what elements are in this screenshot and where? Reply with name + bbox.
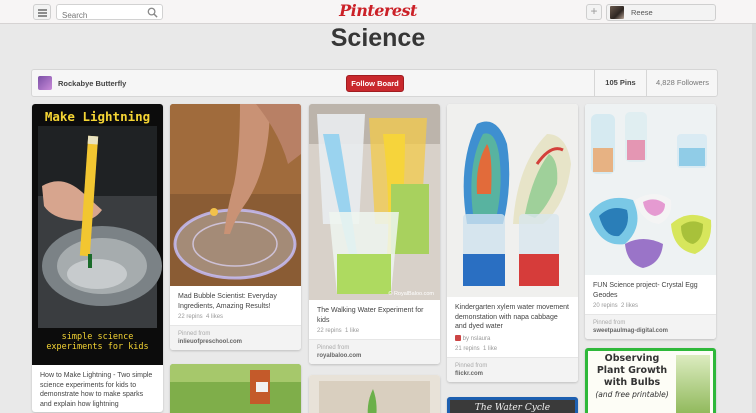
bulbs-title: Observing Plant Growth with Bulbs (and f… — [588, 353, 676, 401]
source-domain[interactable]: inlieuofpreschool.com — [178, 338, 293, 346]
pin-card[interactable] — [170, 364, 301, 413]
repins-count[interactable]: 20 repins — [593, 303, 618, 309]
pin-image-subtitle: simple science experiments for kids — [46, 332, 149, 352]
pinned-from-label: Pinned from — [455, 362, 488, 369]
pin-image[interactable]: © RoyalBaloo.com — [309, 104, 440, 300]
pin-card[interactable]: Mad Bubble Scientist: Everyday Ingredien… — [170, 104, 301, 350]
pin-user-name[interactable]: by nslaura — [463, 336, 491, 342]
lightning-photo — [38, 126, 162, 328]
source-domain[interactable]: sweetpaulmag-digital.com — [593, 327, 708, 335]
pin-image[interactable] — [447, 104, 578, 297]
board-owner-avatar[interactable] — [38, 76, 52, 90]
bulbs-title-line: Observing — [604, 353, 660, 364]
repins-count[interactable]: 22 repins — [178, 314, 203, 320]
pin-image[interactable] — [585, 104, 716, 275]
bulb-photo — [676, 355, 710, 413]
followers-count[interactable]: 4,828 Followers — [646, 70, 718, 96]
plant-jar-photo — [309, 375, 440, 413]
page-title: Science — [330, 24, 426, 52]
likes-count[interactable]: 4 likes — [206, 314, 223, 320]
pin-card[interactable] — [309, 375, 440, 413]
pin-source[interactable]: Pinned from inlieuofpreschool.com — [170, 325, 301, 350]
pin-user[interactable]: by nslaura — [447, 334, 578, 346]
pin-image-title: Make Lightning — [44, 109, 151, 124]
add-pin-button[interactable]: + — [586, 4, 602, 20]
cabbage-photo — [447, 104, 578, 297]
pin-source[interactable]: Pinned from royalbaloo.com — [309, 339, 440, 364]
bulbs-subtitle: (and free printable) — [595, 390, 669, 399]
pin-description: The Walking Water Experiment for kids — [317, 307, 424, 324]
likes-count[interactable]: 1 like — [345, 328, 359, 334]
bubble-photo — [170, 104, 301, 286]
pin-card[interactable]: Observing Plant Growth with Bulbs (and f… — [585, 348, 716, 413]
avatar — [610, 6, 624, 19]
walking-water-photo — [309, 104, 440, 300]
pins-count[interactable]: 105 Pins — [594, 70, 646, 96]
top-nav-bar: Pinterest + Reese — [0, 0, 756, 24]
repins-count[interactable]: 21 repins — [455, 346, 480, 352]
pinned-from-label: Pinned from — [317, 345, 350, 351]
repins-count[interactable]: 22 repins — [317, 328, 342, 334]
pin-card[interactable]: The Water Cycle — [447, 397, 578, 413]
follow-board-button[interactable]: Follow Board — [346, 75, 404, 92]
pin-source[interactable]: Pinned from flickr.com — [447, 356, 578, 382]
board-info-bar: Rockabye Butterfly Follow Board 105 Pins… — [31, 69, 718, 97]
water-cycle-title: The Water Cycle — [474, 403, 551, 413]
pin-description: Kindergarten xylem water movement demons… — [455, 304, 569, 330]
user-name: Reese — [631, 8, 653, 17]
watermark: © RoyalBaloo.com — [388, 291, 434, 297]
pinned-from-label: Pinned from — [178, 331, 211, 337]
pin-image[interactable] — [170, 104, 301, 286]
pinned-from-label: Pinned from — [593, 320, 626, 326]
pin-description: Mad Bubble Scientist: Everyday Ingredien… — [178, 293, 277, 310]
geode-photo — [585, 104, 716, 275]
scrollbar[interactable] — [752, 24, 756, 413]
pin-description: How to Make Lightning - Two simple scien… — [40, 372, 153, 408]
pin-stats: 22 repins 4 likes — [170, 314, 301, 325]
likes-count[interactable]: 2 likes — [621, 303, 638, 309]
outdoor-photo — [170, 364, 301, 413]
source-domain[interactable]: royalbaloo.com — [317, 352, 432, 360]
pin-stats: 20 repins 2 likes — [585, 303, 716, 314]
source-domain[interactable]: flickr.com — [455, 370, 570, 378]
likes-count[interactable]: 1 like — [483, 346, 497, 352]
pin-card[interactable]: Kindergarten xylem water movement demons… — [447, 104, 578, 382]
pin-card[interactable]: FUN Science project- Crystal Egg Geodes … — [585, 104, 716, 339]
pin-stats: 22 repins 1 like — [309, 328, 440, 339]
pin-card[interactable]: Make Lightning simple science experiment… — [32, 104, 163, 412]
pin-stats: 21 repins 1 like — [447, 346, 578, 357]
pin-image[interactable]: Make Lightning simple science experiment… — [32, 104, 163, 365]
bulbs-title-line: Plant Growth — [596, 365, 668, 376]
pin-card[interactable]: © RoyalBaloo.com The Walking Water Exper… — [309, 104, 440, 364]
board-owner-name[interactable]: Rockabye Butterfly — [58, 79, 126, 88]
pin-description: FUN Science project- Crystal Egg Geodes — [593, 282, 698, 299]
user-avatar-icon — [455, 334, 461, 341]
pin-source[interactable]: Pinned from sweetpaulmag-digital.com — [585, 314, 716, 339]
user-menu[interactable]: Reese — [606, 4, 716, 21]
bulbs-title-line: with Bulbs — [603, 377, 661, 388]
